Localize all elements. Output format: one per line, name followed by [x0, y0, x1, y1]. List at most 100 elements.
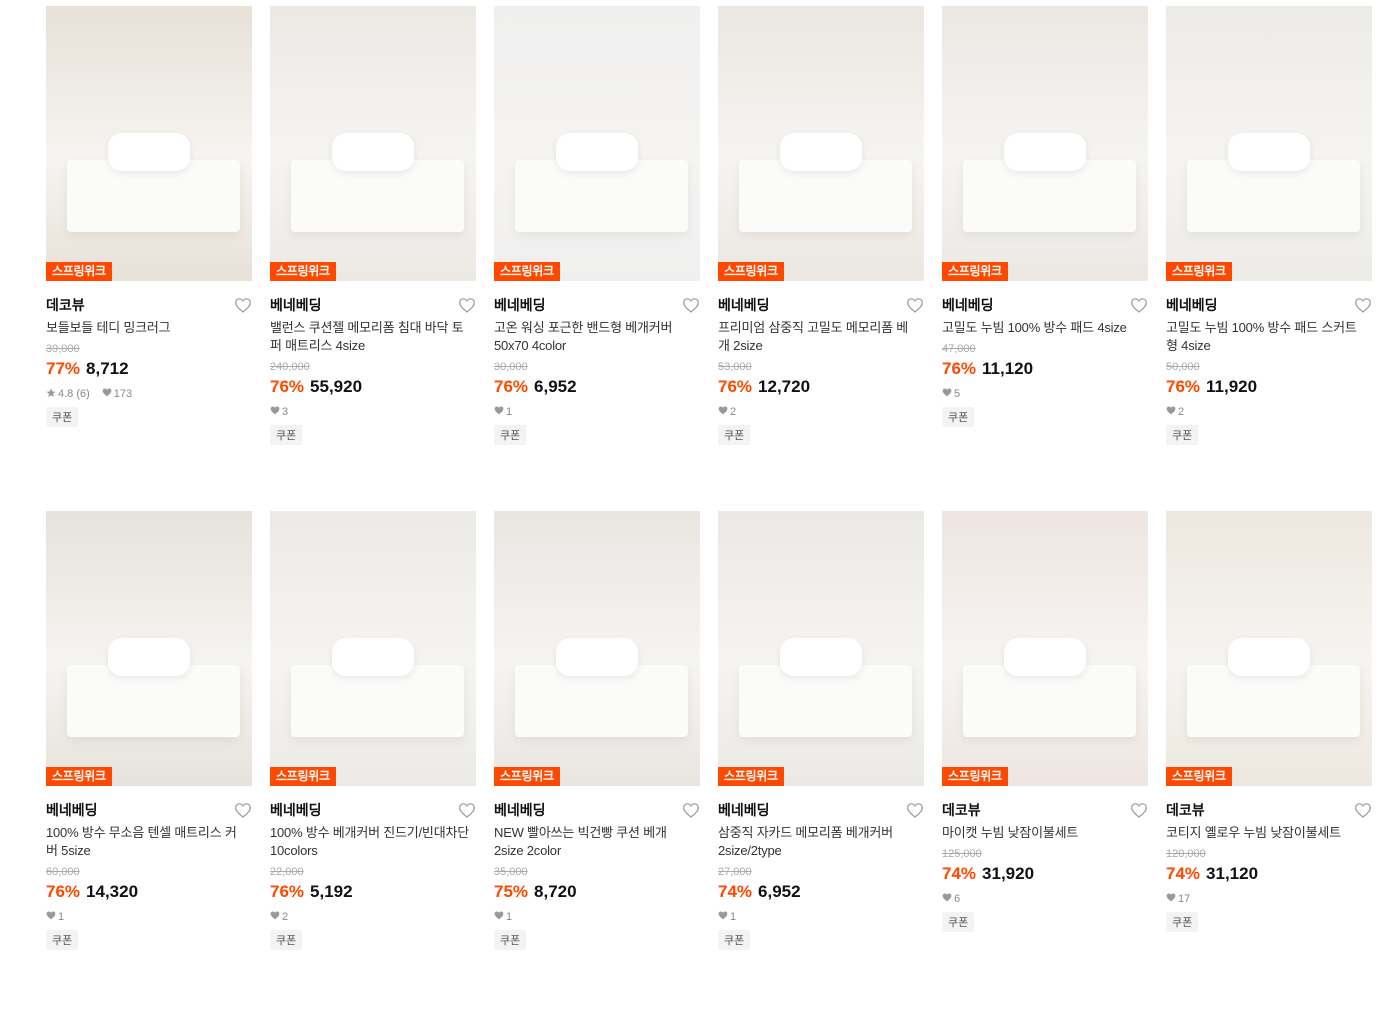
price-row: 76% 11,120	[942, 359, 1148, 381]
brand-name[interactable]: 베네베딩	[494, 800, 546, 820]
product-card[interactable]: 스프링위크 데코뷰 코티지 옐로우 누빔 낮잠이불세트 120,000 74% 3…	[1166, 511, 1372, 1016]
brand-name[interactable]: 베네베딩	[494, 295, 546, 315]
original-price: 240,000	[270, 361, 310, 373]
product-title[interactable]: 고온 워싱 포근한 밴드형 베개커버 50x70 4color	[494, 319, 694, 355]
price-row: 77% 8,712	[46, 359, 252, 381]
product-card[interactable]: 스프링위크 데코뷰 마이캣 누빔 낮잠이불세트 125,000 74% 31,92…	[942, 511, 1148, 1016]
product-card[interactable]: 스프링위크 베네베딩 고온 워싱 포근한 밴드형 베개커버 50x70 4col…	[494, 6, 700, 511]
price-row: 76% 12,720	[718, 377, 924, 399]
sale-price: 6,952	[534, 377, 577, 396]
product-title[interactable]: NEW 빨아쓰는 빅건빵 쿠션 베개 2size 2color	[494, 824, 694, 860]
heart-icon	[494, 406, 504, 418]
sale-price: 14,320	[86, 882, 139, 901]
product-card[interactable]: 스프링위크 베네베딩 밸런스 쿠션젤 메모리폼 침대 바닥 토퍼 매트리스 4s…	[270, 6, 476, 511]
price-row: 74% 31,120	[1166, 864, 1372, 886]
product-title[interactable]: 고밀도 누빔 100% 방수 패드 4size	[942, 319, 1142, 337]
product-image[interactable]: 스프링위크	[270, 6, 476, 281]
product-image[interactable]: 스프링위크	[1166, 6, 1372, 281]
original-price: 60,000	[46, 866, 80, 878]
discount-rate: 77%	[46, 359, 81, 378]
original-price: 53,000	[718, 361, 752, 373]
wishlist-heart-icon[interactable]	[458, 801, 476, 819]
wishlist-heart-icon[interactable]	[234, 296, 252, 314]
sale-price: 5,192	[310, 882, 353, 901]
product-title[interactable]: 100% 방수 베개커버 진드기/빈대차단 10colors	[270, 824, 470, 860]
product-title[interactable]: 밸런스 쿠션젤 메모리폼 침대 바닥 토퍼 매트리스 4size	[270, 319, 470, 355]
product-card[interactable]: 스프링위크 베네베딩 프리미엄 삼중직 고밀도 메모리폼 베개 2size 53…	[718, 6, 924, 511]
wishlist-heart-icon[interactable]	[1354, 296, 1372, 314]
like-count: 1	[46, 911, 64, 923]
spring-week-badge: 스프링위크	[718, 767, 784, 786]
product-card[interactable]: 스프링위크 베네베딩 NEW 빨아쓰는 빅건빵 쿠션 베개 2size 2col…	[494, 511, 700, 1016]
like-count: 1	[494, 911, 512, 923]
product-card[interactable]: 스프링위크 베네베딩 100% 방수 베개커버 진드기/빈대차단 10color…	[270, 511, 476, 1016]
brand-name[interactable]: 베네베딩	[718, 800, 770, 820]
coupon-tag: 쿠폰	[270, 425, 303, 445]
sale-price: 55,920	[310, 377, 363, 396]
product-image[interactable]: 스프링위크	[718, 6, 924, 281]
product-image[interactable]: 스프링위크	[46, 6, 252, 281]
product-image[interactable]: 스프링위크	[494, 6, 700, 281]
product-card[interactable]: 스프링위크 베네베딩 고밀도 누빔 100% 방수 패드 스커트형 4size …	[1166, 6, 1372, 511]
original-price: 35,000	[494, 866, 528, 878]
brand-name[interactable]: 베네베딩	[46, 800, 98, 820]
product-image[interactable]: 스프링위크	[270, 511, 476, 786]
sale-price: 31,920	[982, 864, 1035, 883]
coupon-tag: 쿠폰	[1166, 425, 1199, 445]
product-title[interactable]: 보들보들 테디 밍크러그	[46, 319, 246, 337]
brand-name[interactable]: 데코뷰	[942, 800, 981, 820]
sale-price: 6,952	[758, 882, 801, 901]
brand-name[interactable]: 베네베딩	[270, 800, 322, 820]
product-image[interactable]: 스프링위크	[494, 511, 700, 786]
discount-rate: 74%	[942, 864, 977, 883]
product-image[interactable]: 스프링위크	[46, 511, 252, 786]
coupon-tag: 쿠폰	[494, 425, 527, 445]
brand-name[interactable]: 베네베딩	[942, 295, 994, 315]
brand-name[interactable]: 데코뷰	[1166, 800, 1205, 820]
wishlist-heart-icon[interactable]	[682, 801, 700, 819]
wishlist-heart-icon[interactable]	[906, 801, 924, 819]
product-photo	[942, 511, 1148, 786]
product-card[interactable]: 스프링위크 데코뷰 보들보들 테디 밍크러그 39,000 77% 8,712 4…	[46, 6, 252, 511]
product-image[interactable]: 스프링위크	[1166, 511, 1372, 786]
wishlist-heart-icon[interactable]	[458, 296, 476, 314]
product-card[interactable]: 스프링위크 베네베딩 100% 방수 무소음 텐셀 매트리스 커버 5size …	[46, 511, 252, 1016]
heart-icon	[1166, 893, 1176, 905]
spring-week-badge: 스프링위크	[494, 262, 560, 281]
discount-rate: 76%	[494, 377, 529, 396]
heart-icon	[270, 406, 280, 418]
wishlist-heart-icon[interactable]	[682, 296, 700, 314]
product-image[interactable]: 스프링위크	[942, 511, 1148, 786]
wishlist-heart-icon[interactable]	[1130, 296, 1148, 314]
product-title[interactable]: 100% 방수 무소음 텐셀 매트리스 커버 5size	[46, 824, 246, 860]
product-image[interactable]: 스프링위크	[718, 511, 924, 786]
sale-price: 12,720	[758, 377, 811, 396]
wishlist-heart-icon[interactable]	[234, 801, 252, 819]
wishlist-heart-icon[interactable]	[1130, 801, 1148, 819]
discount-rate: 76%	[1166, 377, 1201, 396]
heart-icon	[46, 911, 56, 923]
product-image[interactable]: 스프링위크	[942, 6, 1148, 281]
sale-price: 31,120	[1206, 864, 1259, 883]
brand-name[interactable]: 베네베딩	[1166, 295, 1218, 315]
product-photo	[46, 511, 252, 786]
original-price: 30,000	[494, 361, 528, 373]
wishlist-heart-icon[interactable]	[1354, 801, 1372, 819]
spring-week-badge: 스프링위크	[718, 262, 784, 281]
product-card[interactable]: 스프링위크 베네베딩 고밀도 누빔 100% 방수 패드 4size 47,00…	[942, 6, 1148, 511]
discount-rate: 76%	[46, 882, 81, 901]
price-row: 76% 5,192	[270, 882, 476, 904]
brand-name[interactable]: 데코뷰	[46, 295, 85, 315]
product-title[interactable]: 삼중직 자카드 메모리폼 베개커버 2size/2type	[718, 824, 918, 860]
product-meta: 2	[718, 405, 924, 419]
product-title[interactable]: 프리미엄 삼중직 고밀도 메모리폼 베개 2size	[718, 319, 918, 355]
like-count: 17	[1166, 893, 1190, 905]
brand-name[interactable]: 베네베딩	[718, 295, 770, 315]
product-card[interactable]: 스프링위크 베네베딩 삼중직 자카드 메모리폼 베개커버 2size/2type…	[718, 511, 924, 1016]
product-title[interactable]: 고밀도 누빔 100% 방수 패드 스커트형 4size	[1166, 319, 1366, 355]
product-title[interactable]: 코티지 옐로우 누빔 낮잠이불세트	[1166, 824, 1366, 842]
product-title[interactable]: 마이캣 누빔 낮잠이불세트	[942, 824, 1142, 842]
coupon-tag: 쿠폰	[942, 407, 975, 427]
brand-name[interactable]: 베네베딩	[270, 295, 322, 315]
wishlist-heart-icon[interactable]	[906, 296, 924, 314]
